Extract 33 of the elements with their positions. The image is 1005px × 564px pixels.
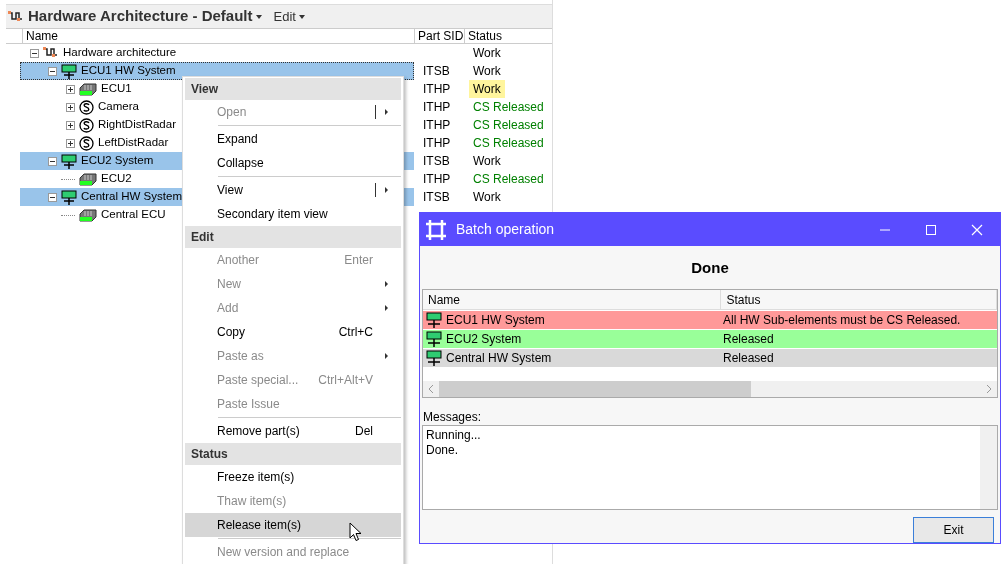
- status-text: Work: [473, 190, 501, 204]
- status-text: Work: [473, 64, 501, 78]
- table-cell-text: ITSB: [422, 189, 451, 206]
- table-cell-text: ITHP: [422, 81, 452, 98]
- status-text: CS Released: [473, 172, 544, 186]
- status-heading: Done: [690, 258, 730, 278]
- menu-section-header: Status: [185, 443, 401, 465]
- menu-section-header: View: [185, 78, 401, 100]
- status-text: Work: [473, 154, 501, 168]
- table-cell-text: Released: [723, 330, 774, 348]
- table-cell-text: Released: [723, 349, 774, 367]
- status-text: Work: [473, 82, 501, 96]
- table-cell-text: ITHP: [422, 171, 452, 188]
- table-cell-text: ECU2 System: [446, 330, 522, 348]
- table-cell-text: Central HW System: [446, 349, 552, 367]
- dialog-title: Batch operation: [456, 220, 555, 239]
- table-cell-text: ITHP: [422, 135, 452, 152]
- messages-label: Messages:: [422, 408, 483, 425]
- table-cell-text: All HW Sub-elements must be CS Released.: [723, 311, 961, 329]
- shortcut-text: Del: [355, 423, 373, 440]
- shortcut-text: Enter: [344, 252, 373, 269]
- status-text: Work: [473, 46, 501, 60]
- status-text: CS Released: [473, 100, 544, 114]
- status-text: CS Released: [473, 136, 544, 150]
- shortcut-text: Ctrl+C: [338, 324, 373, 341]
- table-cell-text: ECU1 HW System: [446, 311, 545, 329]
- table-cell-text: ITHP: [422, 99, 452, 116]
- table-cell-text: ITSB: [422, 63, 451, 80]
- table-cell-text: ITHP: [422, 117, 452, 134]
- menu-section-header: Edit: [185, 226, 401, 248]
- status-text: CS Released: [473, 118, 544, 132]
- shortcut-text: Ctrl+Alt+V: [318, 372, 373, 389]
- table-cell-text: ITSB: [422, 153, 451, 170]
